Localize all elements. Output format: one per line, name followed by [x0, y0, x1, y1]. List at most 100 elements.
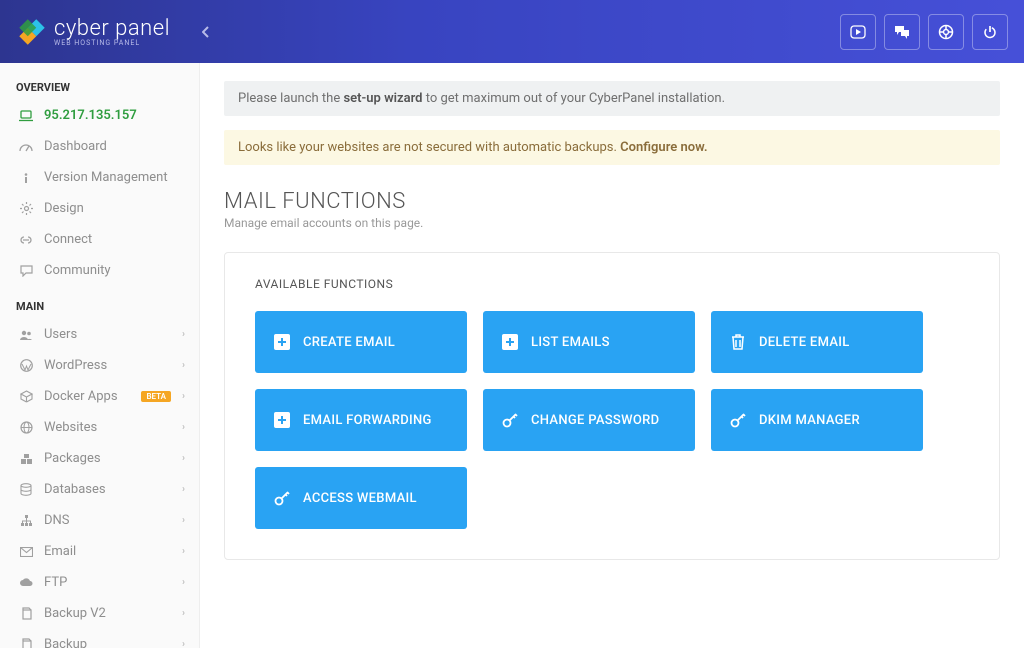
info-icon: [16, 172, 36, 184]
trash-icon: [729, 333, 747, 351]
tile-label: ACCESS WEBMAIL: [303, 491, 417, 506]
functions-card: AVAILABLE FUNCTIONS CREATE EMAIL LIST EM…: [224, 252, 1000, 560]
tile-email-forwarding[interactable]: EMAIL FORWARDING: [255, 389, 467, 451]
nav-label: Databases: [44, 482, 106, 497]
nav-label: Websites: [44, 420, 97, 435]
sidebar-item-dashboard[interactable]: Dashboard: [0, 131, 199, 162]
nav-label: 95.217.135.157: [44, 108, 137, 123]
cloud-icon: [16, 577, 36, 588]
brand-name: cyber panel: [54, 16, 170, 41]
sidebar-item-design[interactable]: Design: [0, 193, 199, 224]
tile-create-email[interactable]: CREATE EMAIL: [255, 311, 467, 373]
support-button[interactable]: [928, 14, 964, 50]
tile-access-webmail[interactable]: ACCESS WEBMAIL: [255, 467, 467, 529]
nav-label: Users: [44, 327, 77, 342]
comment-icon: [16, 265, 36, 277]
sidebar-collapse-button[interactable]: [194, 20, 218, 44]
gear-icon: [16, 202, 36, 215]
sidebar-item-wordpress[interactable]: WordPress ›: [0, 350, 199, 381]
chevron-right-icon: ›: [182, 484, 185, 495]
nav-label: WordPress: [44, 358, 107, 373]
gauge-icon: [16, 141, 36, 153]
nav-label: DNS: [44, 513, 70, 528]
tile-label: DELETE EMAIL: [759, 335, 850, 350]
sidebar-item-packages[interactable]: Packages ›: [0, 443, 199, 474]
sidebar-item-websites[interactable]: Websites ›: [0, 412, 199, 443]
nav-label: Docker Apps: [44, 389, 118, 404]
plus-square-icon: [273, 333, 291, 351]
link-icon: [16, 234, 36, 246]
nav-label: Backup: [44, 637, 87, 648]
tile-list-emails[interactable]: LIST EMAILS: [483, 311, 695, 373]
power-button[interactable]: [972, 14, 1008, 50]
sidebar-item-databases[interactable]: Databases ›: [0, 474, 199, 505]
sidebar-item-community[interactable]: Community: [0, 255, 199, 286]
copy-icon: [16, 638, 36, 648]
page-title: MAIL FUNCTIONS: [224, 189, 1000, 214]
chevron-right-icon: ›: [182, 577, 185, 588]
sidebar-item-connect[interactable]: Connect: [0, 224, 199, 255]
sidebar-item-dns[interactable]: DNS ›: [0, 505, 199, 536]
chevron-right-icon: ›: [182, 608, 185, 619]
tile-label: CHANGE PASSWORD: [531, 413, 659, 428]
sidebar-item-backup[interactable]: Backup ›: [0, 629, 199, 648]
top-header: cyber panel WEB HOSTING PANEL: [0, 0, 1024, 63]
sidebar-item-version[interactable]: Version Management: [0, 162, 199, 193]
section-main: MAIN: [0, 296, 199, 319]
wordpress-icon: [16, 359, 36, 372]
tile-label: LIST EMAILS: [531, 335, 610, 350]
section-overview: OVERVIEW: [0, 77, 199, 100]
sidebar-item-email[interactable]: Email ›: [0, 536, 199, 567]
sidebar-item-docker[interactable]: Docker Apps BETA ›: [0, 381, 199, 412]
chevron-right-icon: ›: [182, 546, 185, 557]
chat-button[interactable]: [884, 14, 920, 50]
nav-label: Backup V2: [44, 606, 106, 621]
logo-icon: [18, 18, 46, 46]
sidebar-item-ftp[interactable]: FTP ›: [0, 567, 199, 598]
configure-now-link[interactable]: Configure now.: [620, 140, 707, 155]
sidebar-item-ip[interactable]: 95.217.135.157: [0, 100, 199, 131]
users-icon: [16, 329, 36, 341]
chevron-right-icon: ›: [182, 515, 185, 526]
nav-label: FTP: [44, 575, 67, 590]
nav-label: Community: [44, 263, 111, 278]
tile-delete-email[interactable]: DELETE EMAIL: [711, 311, 923, 373]
chevron-right-icon: ›: [182, 391, 185, 402]
laptop-icon: [16, 110, 36, 122]
sidebar-item-backupv2[interactable]: Backup V2 ›: [0, 598, 199, 629]
database-icon: [16, 483, 36, 496]
copy-icon: [16, 607, 36, 620]
chevron-right-icon: ›: [182, 360, 185, 371]
tile-label: DKIM MANAGER: [759, 413, 860, 428]
tile-label: CREATE EMAIL: [303, 335, 395, 350]
chevron-right-icon: ›: [182, 639, 185, 648]
youtube-button[interactable]: [840, 14, 876, 50]
nav-label: Dashboard: [44, 139, 107, 154]
chevron-right-icon: ›: [182, 329, 185, 340]
setup-alert: Please launch the set-up wizard to get m…: [224, 81, 1000, 116]
tile-change-password[interactable]: CHANGE PASSWORD: [483, 389, 695, 451]
chevron-right-icon: ›: [182, 422, 185, 433]
card-title: AVAILABLE FUNCTIONS: [255, 277, 969, 291]
nav-label: Connect: [44, 232, 92, 247]
sidebar-item-users[interactable]: Users ›: [0, 319, 199, 350]
page-subtitle: Manage email accounts on this page.: [224, 216, 1000, 230]
beta-badge: BETA: [141, 391, 171, 402]
sitemap-icon: [16, 515, 36, 527]
key-icon: [501, 411, 519, 429]
nav-label: Email: [44, 544, 76, 559]
cube-icon: [16, 390, 36, 403]
setup-wizard-link[interactable]: set-up wizard: [343, 91, 422, 106]
plus-square-icon: [273, 411, 291, 429]
tile-label: EMAIL FORWARDING: [303, 413, 432, 428]
logo[interactable]: cyber panel WEB HOSTING PANEL: [18, 16, 218, 47]
key-icon: [729, 411, 747, 429]
sidebar: OVERVIEW 95.217.135.157 Dashboard Versio…: [0, 63, 200, 648]
nav-label: Version Management: [44, 170, 168, 185]
header-actions: [840, 14, 1008, 50]
chevron-right-icon: ›: [182, 453, 185, 464]
tile-dkim-manager[interactable]: DKIM MANAGER: [711, 389, 923, 451]
nav-label: Packages: [44, 451, 101, 466]
content-area: Please launch the set-up wizard to get m…: [200, 63, 1024, 648]
plus-square-icon: [501, 333, 519, 351]
